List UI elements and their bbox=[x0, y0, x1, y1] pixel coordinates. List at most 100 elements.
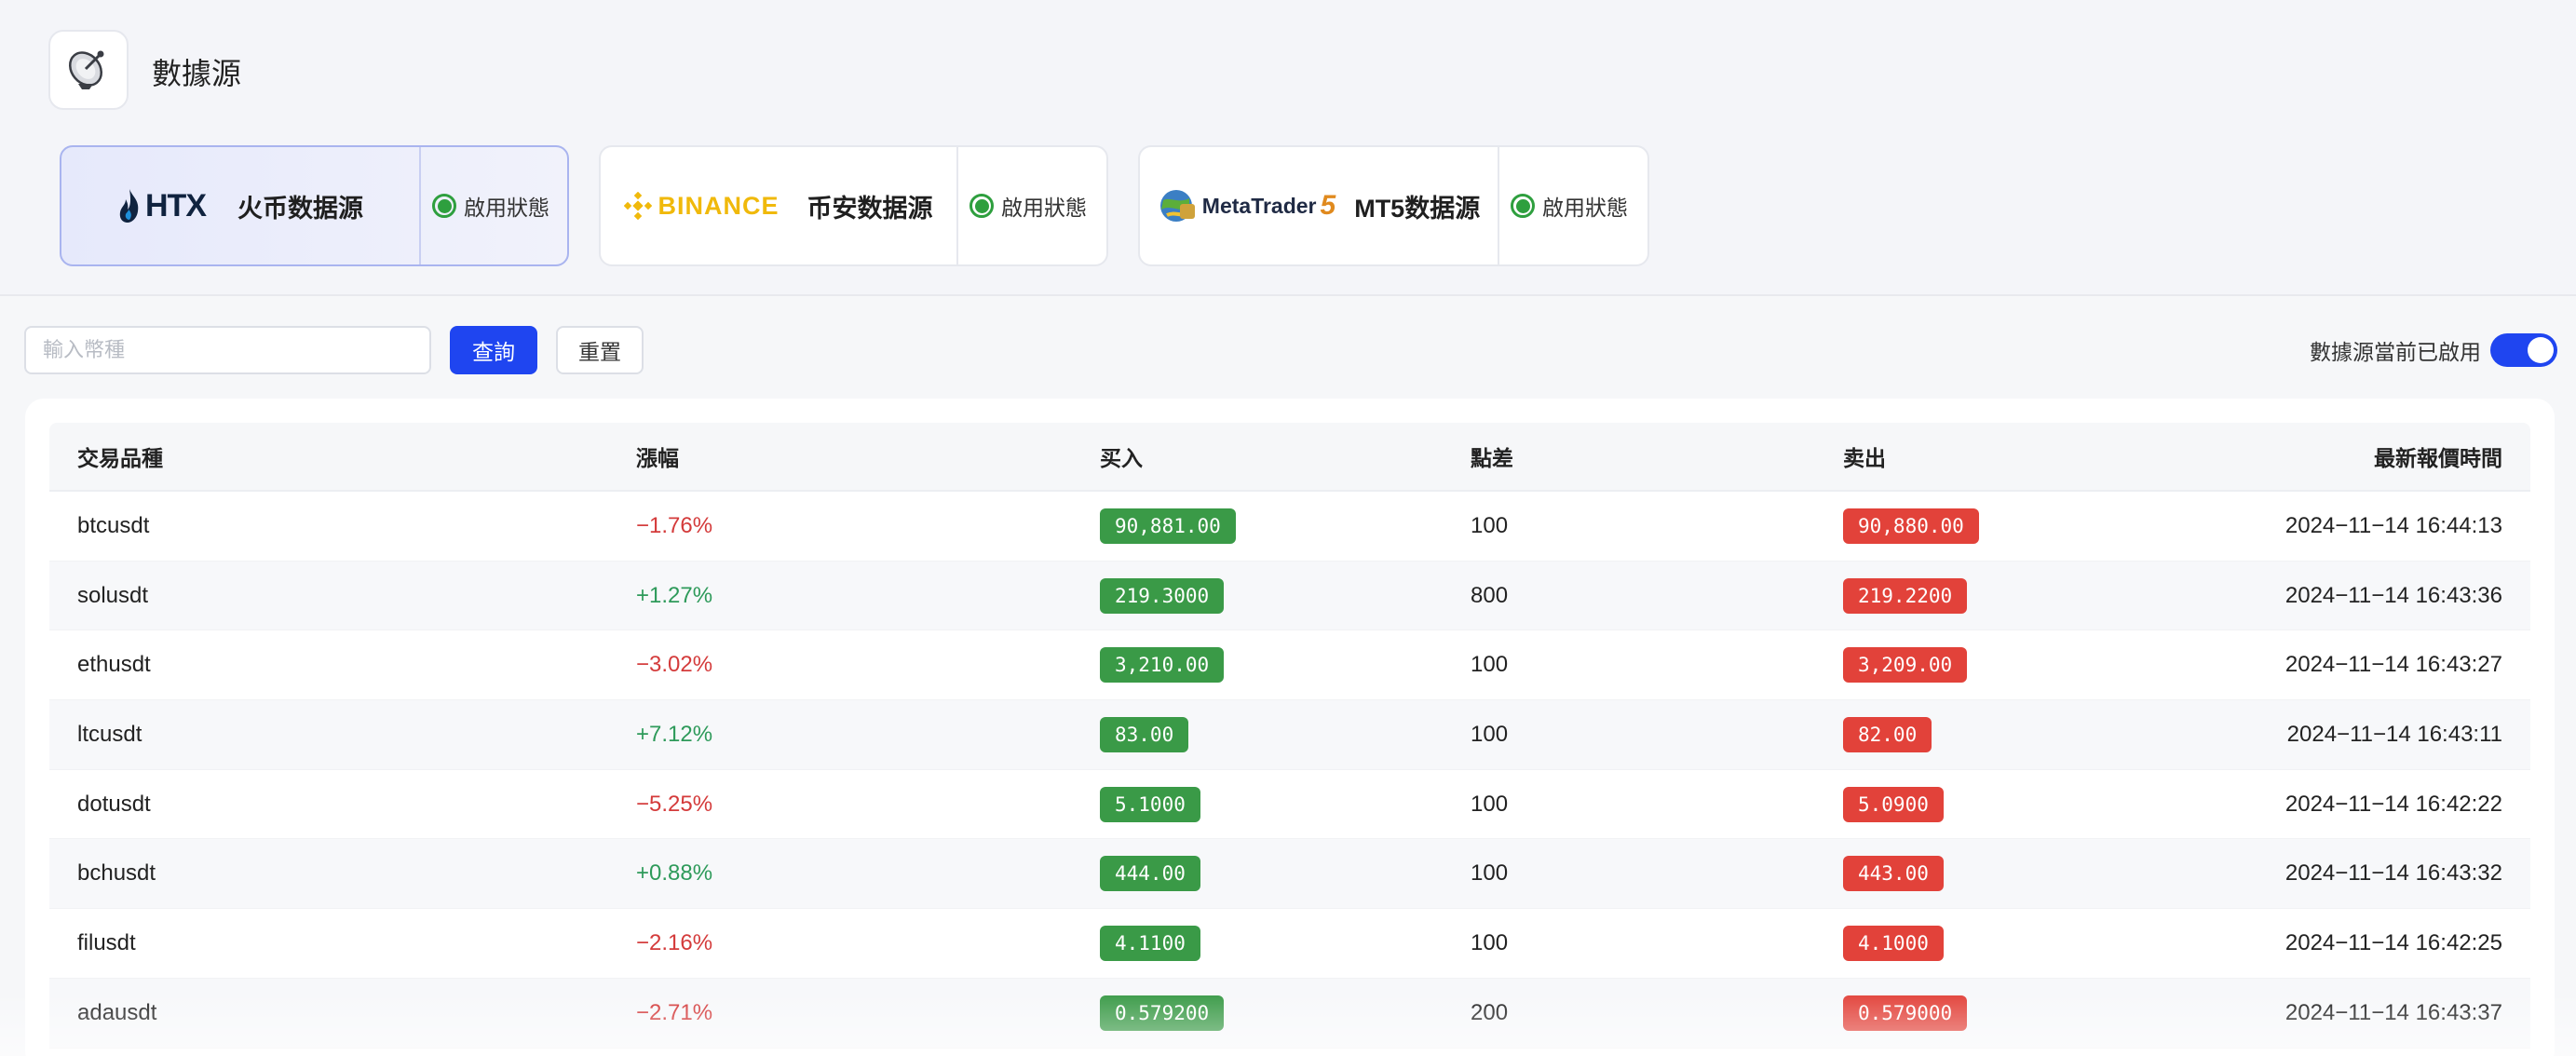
binance-logo-text: BINANCE bbox=[658, 191, 780, 220]
source-card-main: HTX 火币数据源 bbox=[61, 147, 421, 264]
cell-change: −5.25% bbox=[636, 791, 713, 817]
cell-time: 2024−11−14 16:43:11 bbox=[2286, 721, 2502, 747]
enable-toggle-group: 數據源當前已啟用 bbox=[2310, 333, 2557, 367]
cell-symbol: ltcusdt bbox=[77, 721, 142, 747]
column-header-change: 漲幅 bbox=[636, 446, 679, 470]
table-row[interactable]: solusdt +1.27% 219.3000 800 219.2200 202… bbox=[49, 561, 2530, 631]
metatrader-globe-icon bbox=[1159, 190, 1195, 222]
table-row[interactable]: ethusdt −3.02% 3,210.00 100 3,209.00 202… bbox=[49, 630, 2530, 701]
table-row[interactable]: dotusdt −5.25% 5.1000 100 5.0900 2024−11… bbox=[49, 770, 2530, 840]
cell-spread: 100 bbox=[1471, 721, 1509, 747]
column-header-buy: 买入 bbox=[1100, 446, 1143, 470]
source-status[interactable]: 啟用狀態 bbox=[958, 190, 1087, 222]
cell-time: 2024−11−14 16:43:36 bbox=[2285, 582, 2502, 608]
cell-spread: 100 bbox=[1471, 929, 1509, 955]
source-card-main: BINANCE 币安数据源 bbox=[601, 147, 958, 264]
column-header-symbol: 交易品種 bbox=[77, 446, 163, 470]
cell-symbol: dotusdt bbox=[77, 791, 151, 817]
sell-price-badge: 3,209.00 bbox=[1843, 647, 1968, 684]
binance-diamond-icon bbox=[624, 192, 653, 220]
metatrader-logo: MetaTrader 5 bbox=[1158, 187, 1335, 224]
metatrader-logo-suffix: 5 bbox=[1320, 190, 1336, 221]
cell-spread: 100 bbox=[1471, 791, 1509, 817]
sell-price-badge: 0.579000 bbox=[1843, 995, 1968, 1031]
cell-change: −3.02% bbox=[636, 652, 713, 678]
status-label: 啟用狀態 bbox=[1001, 196, 1087, 220]
cell-symbol: adausdt bbox=[77, 999, 157, 1025]
buy-price-badge: 5.1000 bbox=[1100, 786, 1200, 822]
source-name: 币安数据源 bbox=[807, 194, 933, 223]
buy-price-badge: 0.579200 bbox=[1100, 995, 1225, 1031]
source-name: MT5数据源 bbox=[1354, 194, 1481, 223]
cell-time: 2024−11−14 16:42:22 bbox=[2285, 791, 2502, 817]
buy-price-badge: 3,210.00 bbox=[1100, 647, 1225, 684]
source-card-main: MetaTrader 5 MT5数据源 bbox=[1140, 147, 1499, 264]
source-status[interactable]: 啟用狀態 bbox=[421, 190, 549, 222]
cell-change: −2.16% bbox=[636, 929, 713, 955]
search-input[interactable] bbox=[24, 326, 431, 374]
cell-symbol: btcusdt bbox=[77, 512, 150, 538]
cell-change: +0.88% bbox=[636, 860, 713, 887]
buy-price-badge: 4.1100 bbox=[1100, 925, 1200, 961]
cell-symbol: solusdt bbox=[77, 582, 149, 608]
status-label: 啟用狀態 bbox=[1542, 196, 1628, 220]
sell-price-badge: 219.2200 bbox=[1843, 577, 1968, 614]
cell-time: 2024−11−14 16:43:32 bbox=[2285, 860, 2502, 887]
binance-logo: BINANCE bbox=[624, 192, 779, 221]
cell-time: 2024−11−14 16:43:27 bbox=[2285, 652, 2502, 678]
reset-button[interactable]: 重置 bbox=[556, 326, 644, 374]
cell-change: +7.12% bbox=[636, 721, 713, 747]
table-row[interactable]: ltcusdt +7.12% 83.00 100 82.00 2024−11−1… bbox=[49, 700, 2530, 770]
radio-on-icon bbox=[432, 194, 456, 218]
table-row[interactable]: bchusdt +0.88% 444.00 100 443.00 2024−11… bbox=[49, 839, 2530, 910]
status-label: 啟用狀態 bbox=[464, 196, 549, 220]
quotes-table: 交易品種 漲幅 买入 點差 卖出 最新報價時間 btcusdt −1.76% 9… bbox=[49, 423, 2530, 1049]
column-header-time: 最新報價時間 bbox=[2374, 446, 2502, 470]
header-panel: 數據源 HTX 火币数据源 啟用狀態 BINANCE 币安数据源 啟用狀態 Me… bbox=[0, 0, 2576, 296]
cell-spread: 200 bbox=[1471, 999, 1509, 1025]
buy-price-badge: 83.00 bbox=[1100, 716, 1189, 752]
column-header-spread: 點差 bbox=[1471, 446, 1513, 470]
source-card-binance[interactable]: BINANCE 币安数据源 啟用狀態 bbox=[599, 145, 1108, 266]
sell-price-badge: 82.00 bbox=[1843, 716, 1932, 752]
table-header-row: 交易品種 漲幅 买入 點差 卖出 最新報價時間 bbox=[49, 423, 2530, 492]
table-row[interactable]: adausdt −2.71% 0.579200 200 0.579000 202… bbox=[49, 978, 2530, 1049]
htx-logo-text: HTX bbox=[145, 187, 207, 223]
cell-symbol: bchusdt bbox=[77, 860, 156, 887]
satellite-dish-icon bbox=[48, 30, 129, 110]
cell-spread: 800 bbox=[1471, 582, 1509, 608]
enable-toggle[interactable] bbox=[2490, 333, 2557, 367]
cell-symbol: ethusdt bbox=[77, 652, 151, 678]
source-status[interactable]: 啟用狀態 bbox=[1499, 190, 1628, 222]
cell-time: 2024−11−14 16:42:25 bbox=[2285, 929, 2502, 955]
buy-price-badge: 444.00 bbox=[1100, 856, 1200, 892]
cell-spread: 100 bbox=[1471, 512, 1509, 538]
column-header-sell: 卖出 bbox=[1843, 446, 1886, 470]
sell-price-badge: 90,880.00 bbox=[1843, 508, 1979, 544]
cell-spread: 100 bbox=[1471, 860, 1509, 887]
radio-on-icon bbox=[969, 194, 994, 218]
htx-logo: HTX bbox=[117, 187, 207, 224]
cell-time: 2024−11−14 16:43:37 bbox=[2285, 999, 2502, 1025]
cell-spread: 100 bbox=[1471, 652, 1509, 678]
radio-on-icon bbox=[1511, 194, 1535, 218]
query-button[interactable]: 查詢 bbox=[450, 326, 537, 374]
source-card-htx[interactable]: HTX 火币数据源 啟用狀態 bbox=[60, 145, 569, 266]
htx-flame-icon bbox=[119, 189, 139, 223]
cell-change: −1.76% bbox=[636, 512, 713, 538]
source-name: 火币数据源 bbox=[237, 194, 363, 223]
source-card-mt5[interactable]: MetaTrader 5 MT5数据源 啟用狀態 bbox=[1138, 145, 1649, 266]
page-title: 數據源 bbox=[152, 57, 242, 90]
cell-change: −2.71% bbox=[636, 999, 713, 1025]
sell-price-badge: 5.0900 bbox=[1843, 786, 1944, 822]
buy-price-badge: 90,881.00 bbox=[1100, 508, 1236, 544]
cell-change: +1.27% bbox=[636, 582, 713, 608]
quotes-table-card: 交易品種 漲幅 买入 點差 卖出 最新報價時間 btcusdt −1.76% 9… bbox=[25, 399, 2555, 1056]
sell-price-badge: 443.00 bbox=[1843, 856, 1944, 892]
sell-price-badge: 4.1000 bbox=[1843, 925, 1944, 961]
table-row[interactable]: btcusdt −1.76% 90,881.00 100 90,880.00 2… bbox=[49, 492, 2530, 562]
table-row[interactable]: filusdt −2.16% 4.1100 100 4.1000 2024−11… bbox=[49, 909, 2530, 979]
buy-price-badge: 219.3000 bbox=[1100, 577, 1225, 614]
cell-symbol: filusdt bbox=[77, 929, 136, 955]
metatrader-logo-text: MetaTrader bbox=[1201, 193, 1317, 218]
